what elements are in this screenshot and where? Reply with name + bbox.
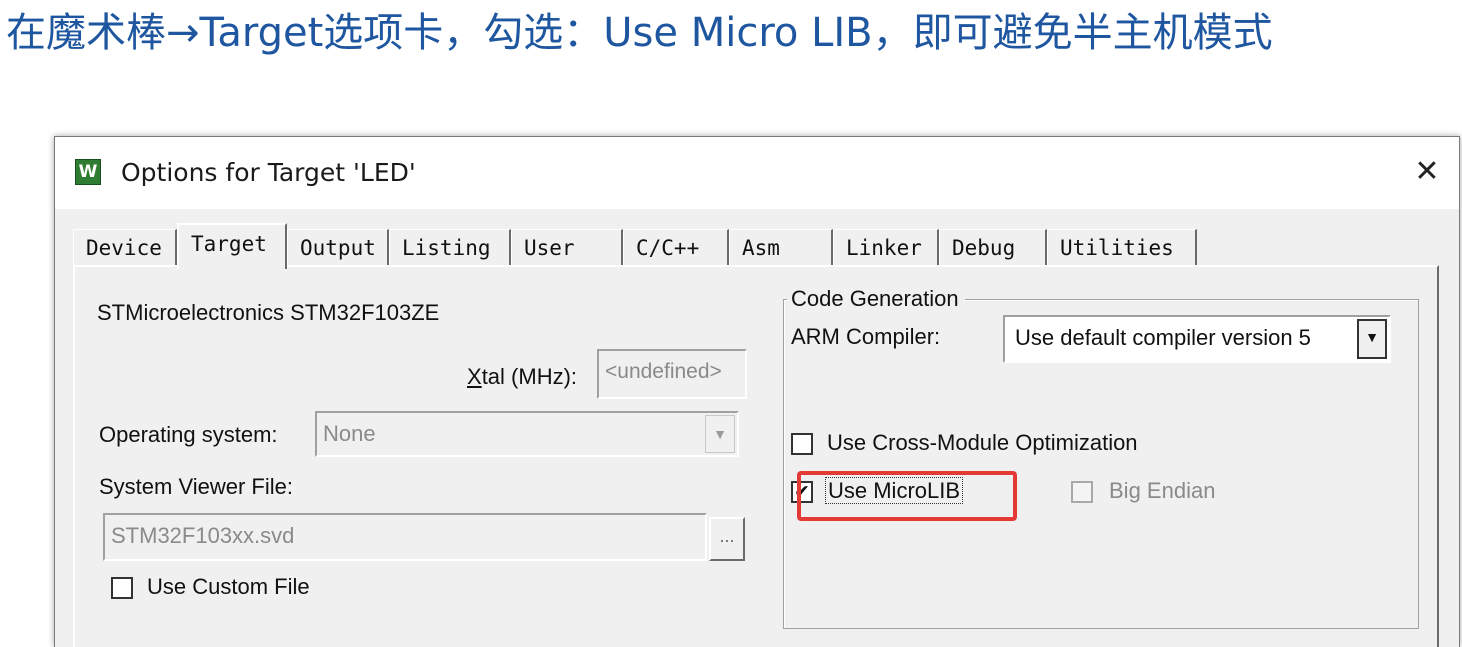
target-panel: STMicroelectronics STM32F103ZE Xtal (MHz… bbox=[73, 265, 1439, 647]
big-endian-checkbox[interactable] bbox=[1071, 481, 1093, 503]
tab-listing[interactable]: Listing bbox=[389, 229, 511, 265]
xtal-label: Xtal (MHz): bbox=[467, 364, 578, 389]
microlib-highlight-box bbox=[797, 471, 1017, 521]
close-button[interactable]: ✕ bbox=[1409, 153, 1445, 191]
tab-linker[interactable]: Linker bbox=[833, 229, 939, 265]
svd-label: System Viewer File: bbox=[99, 474, 293, 499]
device-name: STMicroelectronics STM32F103ZE bbox=[97, 300, 440, 325]
os-select[interactable]: None ▼ bbox=[315, 411, 739, 457]
arm-compiler-select[interactable]: Use default compiler version 5 ▼ bbox=[1003, 315, 1391, 363]
keil-app-icon: W bbox=[75, 159, 101, 185]
dialog-title: Options for Target 'LED' bbox=[121, 158, 416, 187]
tab-output[interactable]: Output bbox=[287, 229, 389, 265]
os-select-value: None bbox=[323, 421, 376, 446]
tab-c-cpp[interactable]: C/C++ bbox=[623, 229, 729, 265]
tab-debug[interactable]: Debug bbox=[939, 229, 1047, 265]
slide-title: 在魔术棒→Target选项卡，勾选：Use Micro LIB，即可避免半主机模… bbox=[6, 10, 1273, 56]
svd-browse-button[interactable]: ... bbox=[709, 517, 745, 561]
arm-compiler-label: ARM Compiler: bbox=[791, 324, 941, 349]
chevron-down-icon: ▼ bbox=[705, 415, 735, 453]
options-dialog: W Options for Target 'LED' ✕ Device Targ… bbox=[54, 136, 1460, 647]
xtal-input[interactable]: <undefined> bbox=[597, 349, 747, 399]
tab-utilities[interactable]: Utilities bbox=[1047, 229, 1197, 265]
chevron-down-icon: ▼ bbox=[1357, 319, 1387, 359]
code-generation-legend: Code Generation bbox=[787, 285, 965, 313]
use-custom-file-label: Use Custom File bbox=[147, 574, 310, 599]
dialog-titlebar: W Options for Target 'LED' ✕ bbox=[55, 137, 1459, 209]
os-label: Operating system: bbox=[99, 422, 278, 447]
tab-user[interactable]: User bbox=[511, 229, 623, 265]
use-custom-file-checkbox[interactable] bbox=[111, 577, 133, 599]
cross-module-label: Use Cross-Module Optimization bbox=[827, 430, 1138, 455]
cross-module-checkbox[interactable] bbox=[791, 433, 813, 455]
tab-asm[interactable]: Asm bbox=[729, 229, 833, 265]
big-endian-label: Big Endian bbox=[1109, 478, 1216, 503]
tab-target[interactable]: Target bbox=[177, 223, 287, 269]
svd-input[interactable]: STM32F103xx.svd bbox=[103, 513, 707, 561]
tab-strip: Device Target Output Listing User C/C++ … bbox=[73, 223, 1443, 269]
arm-compiler-value: Use default compiler version 5 bbox=[1015, 325, 1311, 350]
tab-device[interactable]: Device bbox=[73, 229, 177, 265]
